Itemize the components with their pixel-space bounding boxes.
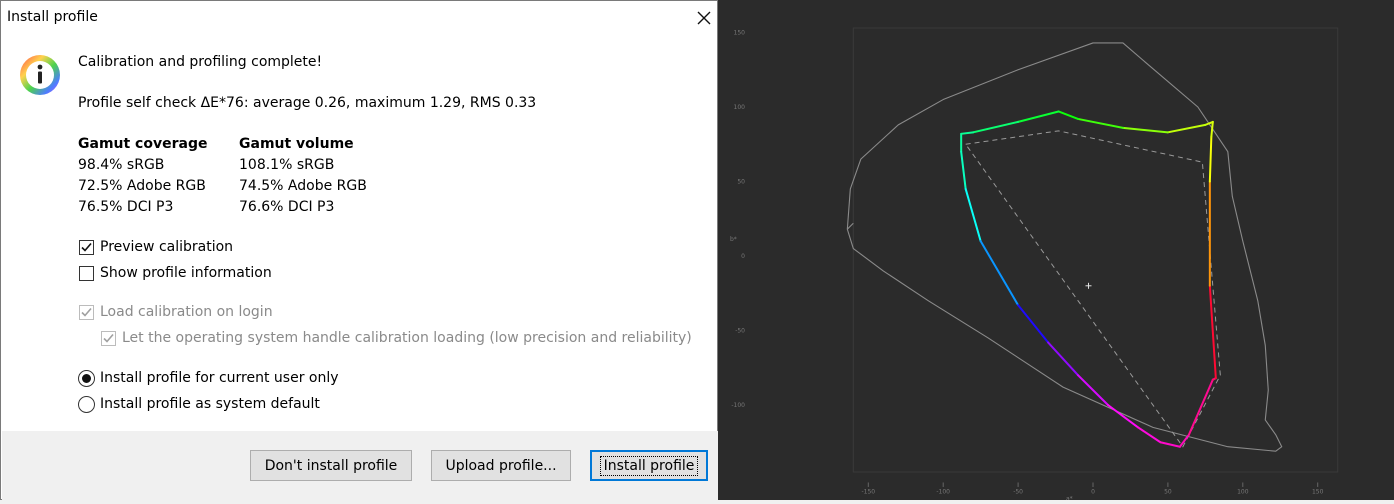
measured-gamut-segment	[1187, 378, 1214, 436]
dont-install-profile-label: Don't install profile	[264, 457, 398, 474]
y-tick-label: 0	[741, 253, 745, 260]
x-tick-label: 150	[1312, 488, 1324, 495]
measured-gamut-segment	[1208, 135, 1213, 183]
x-tick-label: 50	[1164, 488, 1172, 495]
upload-profile-button[interactable]: Upload profile...	[431, 450, 571, 481]
show-profile-information-label[interactable]: Show profile information	[100, 265, 272, 281]
x-tick-label: 100	[1237, 488, 1249, 495]
measured-gamut-segment	[1121, 126, 1169, 134]
y-tick-label: 50	[737, 179, 745, 186]
y-tick-label: 150	[734, 30, 746, 37]
show-profile-information-checkbox[interactable]	[79, 266, 94, 281]
measured-gamut-segment	[960, 131, 975, 135]
measured-gamut-segment	[1057, 110, 1080, 120]
os-handle-calibration-checkbox[interactable]	[101, 331, 116, 346]
measured-gamut-segment	[1210, 120, 1214, 138]
preview-calibration-label[interactable]: Preview calibration	[100, 239, 233, 255]
gamut-plot-panel: -150 -100 -50 0 50 100 150 150 100 50 0 -50 -100 a* b*	[718, 0, 1394, 502]
measured-gamut-segment	[1017, 110, 1060, 123]
y-tick-label: -50	[735, 328, 745, 335]
volume-srgb: 108.1% sRGB	[239, 157, 335, 173]
install-system-default-radio[interactable]	[78, 396, 95, 413]
plot-frame	[852, 27, 1339, 473]
reference-gamut	[965, 130, 1221, 448]
measured-gamut-segment	[1166, 123, 1207, 134]
x-axis-label: a*	[1066, 495, 1073, 500]
gamut-volume-header: Gamut volume	[239, 136, 354, 152]
measured-gamut-segment	[1136, 426, 1162, 444]
install-profile-button[interactable]: Install profile	[590, 450, 708, 481]
install-profile-label: Install profile	[599, 455, 699, 476]
volume-adobe-rgb: 74.5% Adobe RGB	[239, 178, 367, 194]
dont-install-profile-button[interactable]: Don't install profile	[250, 450, 412, 481]
spectral-locus	[846, 42, 1283, 452]
self-check-text: Profile self check ΔE*76: average 0.26, …	[78, 95, 537, 111]
measured-gamut-segment	[979, 240, 1020, 307]
measured-gamut-segment	[1077, 117, 1124, 129]
measured-gamut-segment	[1106, 404, 1139, 429]
info-icon	[18, 53, 62, 97]
y-tick-label: -100	[731, 402, 745, 409]
upload-profile-label: Upload profile...	[445, 457, 557, 474]
install-system-default-label[interactable]: Install profile as system default	[100, 396, 320, 412]
coverage-adobe-rgb: 72.5% Adobe RGB	[78, 178, 206, 194]
measured-gamut-segment	[964, 187, 982, 243]
coverage-dci-p3: 76.5% DCI P3	[78, 199, 174, 215]
gamut-plot: -150 -100 -50 0 50 100 150 150 100 50 0 -50 -100 a* b*	[730, 27, 1339, 502]
x-tick-label: -50	[1013, 488, 1023, 495]
load-calibration-on-login-label[interactable]: Load calibration on login	[100, 304, 273, 320]
measured-gamut-segment	[1047, 341, 1080, 377]
volume-dci-p3: 76.6% DCI P3	[239, 199, 335, 215]
x-tick-label: 0	[1091, 488, 1095, 495]
install-current-user-radio[interactable]	[78, 370, 95, 387]
load-calibration-on-login-checkbox[interactable]	[79, 305, 94, 320]
button-bar: Don't install profile Upload profile... …	[2, 431, 718, 500]
preview-calibration-checkbox[interactable]	[79, 240, 94, 255]
x-tick-label: -150	[861, 488, 875, 495]
title-bar: Install profile	[1, 1, 717, 35]
install-profile-dialog: Install profile Calibration and profilin…	[0, 0, 718, 500]
completion-heading: Calibration and profiling complete!	[78, 54, 323, 70]
y-tick-label: 100	[734, 104, 746, 111]
x-tick-label: -100	[936, 488, 950, 495]
gamut-coverage-header: Gamut coverage	[78, 136, 208, 152]
window-title: Install profile	[7, 9, 98, 25]
coverage-srgb: 98.4% sRGB	[78, 157, 165, 173]
close-icon[interactable]	[691, 5, 717, 31]
measured-gamut-segment	[960, 150, 967, 190]
y-axis-label: b*	[730, 236, 737, 243]
measured-gamut-segment	[1159, 441, 1181, 448]
measured-gamut-segment	[1208, 284, 1217, 380]
measured-gamut-segment	[972, 120, 1020, 134]
os-handle-calibration-label[interactable]: Let the operating system handle calibrat…	[122, 330, 692, 346]
measured-gamut-segment	[1017, 304, 1050, 344]
install-current-user-label[interactable]: Install profile for current user only	[100, 370, 339, 386]
